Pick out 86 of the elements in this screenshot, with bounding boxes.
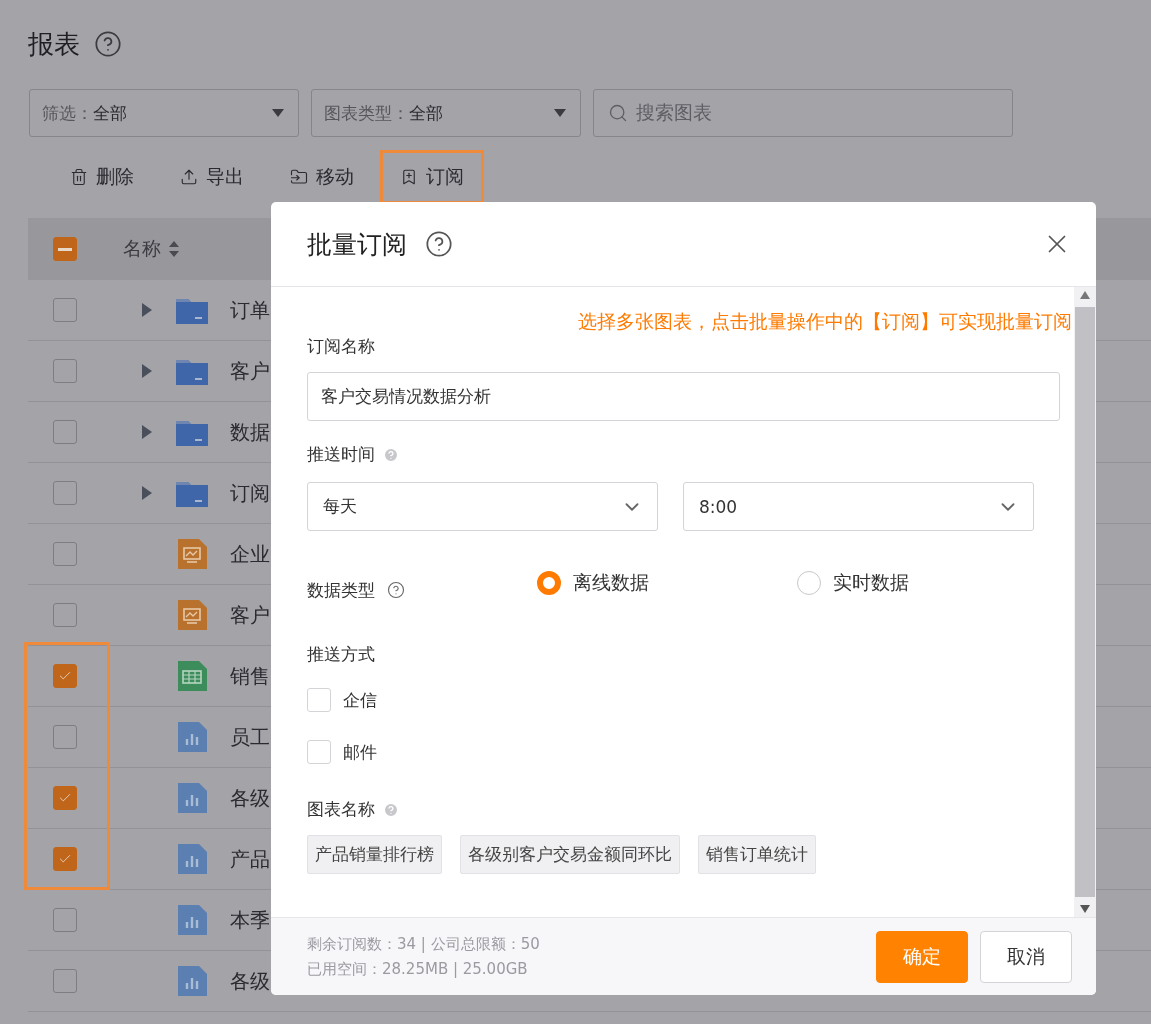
row-checkbox[interactable] xyxy=(53,847,77,871)
toolbar-button[interactable]: 导出 xyxy=(160,150,264,204)
folder-arrow-icon xyxy=(290,168,308,186)
row-name: 销售 xyxy=(230,662,270,690)
bookmark-plus-icon xyxy=(400,168,418,186)
dialog-title: 批量订阅 xyxy=(307,228,407,261)
caret-icon xyxy=(272,109,284,117)
upload-icon xyxy=(180,168,198,186)
field-label: 订阅名称 xyxy=(307,335,376,358)
expand-caret-icon[interactable] xyxy=(141,424,153,440)
checkbox[interactable] xyxy=(307,688,331,712)
row-checkbox[interactable] xyxy=(53,786,77,810)
radio-label: 离线数据 xyxy=(573,570,649,595)
row-checkbox[interactable] xyxy=(53,359,77,383)
checkbox-label: 企信 xyxy=(343,688,377,712)
search-icon xyxy=(608,103,628,123)
row-name: 订单 xyxy=(230,296,270,324)
row-name: 客户 xyxy=(230,601,270,629)
bar-chart-file-icon xyxy=(175,965,209,997)
row-checkbox[interactable] xyxy=(53,969,77,993)
checkbox-label: 邮件 xyxy=(343,740,377,764)
chart-tag: 各级别客户交易金额同环比 xyxy=(460,835,680,874)
filter-dropdown[interactable]: 筛选：全部 xyxy=(29,89,299,137)
check-icon xyxy=(58,669,72,683)
bar-chart-file-icon xyxy=(175,904,209,936)
cancel-button[interactable]: 取消 xyxy=(980,930,1072,983)
help-icon[interactable] xyxy=(425,230,453,258)
bar-chart-file-icon xyxy=(175,843,209,875)
expand-caret-icon[interactable] xyxy=(141,485,153,501)
scroll-up-icon[interactable] xyxy=(1080,291,1090,299)
caret-icon xyxy=(554,109,566,117)
chart-tag: 销售订单统计 xyxy=(698,835,816,874)
row-name: 企业 xyxy=(230,540,270,568)
help-icon[interactable] xyxy=(94,30,122,58)
check-icon xyxy=(58,791,72,805)
row-name: 产品 xyxy=(230,845,270,873)
radio-label: 实时数据 xyxy=(833,570,909,595)
expand-caret-icon[interactable] xyxy=(141,302,153,318)
row-name: 订阅 xyxy=(230,479,270,507)
bar-chart-file-icon xyxy=(175,721,209,753)
row-name: 客户 xyxy=(230,357,270,385)
frequency-dropdown[interactable]: 每天 xyxy=(307,482,658,531)
check-icon xyxy=(58,852,72,866)
storage-text: 已用空间：28.25MB | 25.00GB xyxy=(307,959,529,979)
row-checkbox[interactable] xyxy=(53,664,77,688)
row-checkbox[interactable] xyxy=(53,603,77,627)
row-checkbox[interactable] xyxy=(53,725,77,749)
row-checkbox[interactable] xyxy=(53,298,77,322)
column-header: 名称 xyxy=(123,236,161,261)
row-name: 各级 xyxy=(230,967,270,995)
dashboard-file-icon xyxy=(175,599,209,631)
toolbar-button[interactable]: 删除 xyxy=(50,150,154,204)
dashboard-file-icon xyxy=(175,538,209,570)
subscription-name-field[interactable]: 客户交易情况数据分析 xyxy=(307,372,1060,421)
chart-tag: 产品销量排行榜 xyxy=(307,835,442,874)
field-label: 推送时间 xyxy=(307,443,375,466)
select-all-checkbox[interactable] xyxy=(53,237,77,261)
trash-icon xyxy=(70,168,88,186)
row-checkbox[interactable] xyxy=(53,908,77,932)
bar-chart-file-icon xyxy=(175,782,209,814)
row-checkbox[interactable] xyxy=(53,542,77,566)
minus-icon xyxy=(58,247,72,251)
toolbar-button[interactable]: 移动 xyxy=(270,150,374,204)
page-title: 报表 xyxy=(28,27,80,61)
row-name: 各级 xyxy=(230,784,270,812)
radio-button[interactable] xyxy=(797,571,821,595)
scroll-down-icon[interactable] xyxy=(1080,905,1090,913)
row-checkbox[interactable] xyxy=(53,420,77,444)
tip-text: 选择多张图表，点击批量操作中的【订阅】可实现批量订阅 xyxy=(578,309,1072,334)
row-checkbox[interactable] xyxy=(53,481,77,505)
expand-caret-icon[interactable] xyxy=(141,363,153,379)
row-name: 员工 xyxy=(230,723,270,751)
scrollbar[interactable] xyxy=(1074,287,1096,917)
row-name: 本季 xyxy=(230,906,270,934)
quota-text: 剩余订阅数：34 | 公司总限额：50 xyxy=(307,934,540,954)
filter-dropdown[interactable]: 图表类型：全部 xyxy=(311,89,581,137)
checkbox[interactable] xyxy=(307,740,331,764)
field-label: 图表名称 xyxy=(307,798,375,821)
help-icon[interactable] xyxy=(387,581,405,599)
row-name: 数据 xyxy=(230,418,270,446)
field-label: 数据类型 xyxy=(307,578,375,602)
time-dropdown[interactable]: 8:00 xyxy=(683,482,1034,531)
spreadsheet-file-icon xyxy=(175,660,209,692)
field-label: 推送方式 xyxy=(307,643,376,666)
sort-icon[interactable] xyxy=(169,241,179,257)
radio-button[interactable] xyxy=(537,571,561,595)
